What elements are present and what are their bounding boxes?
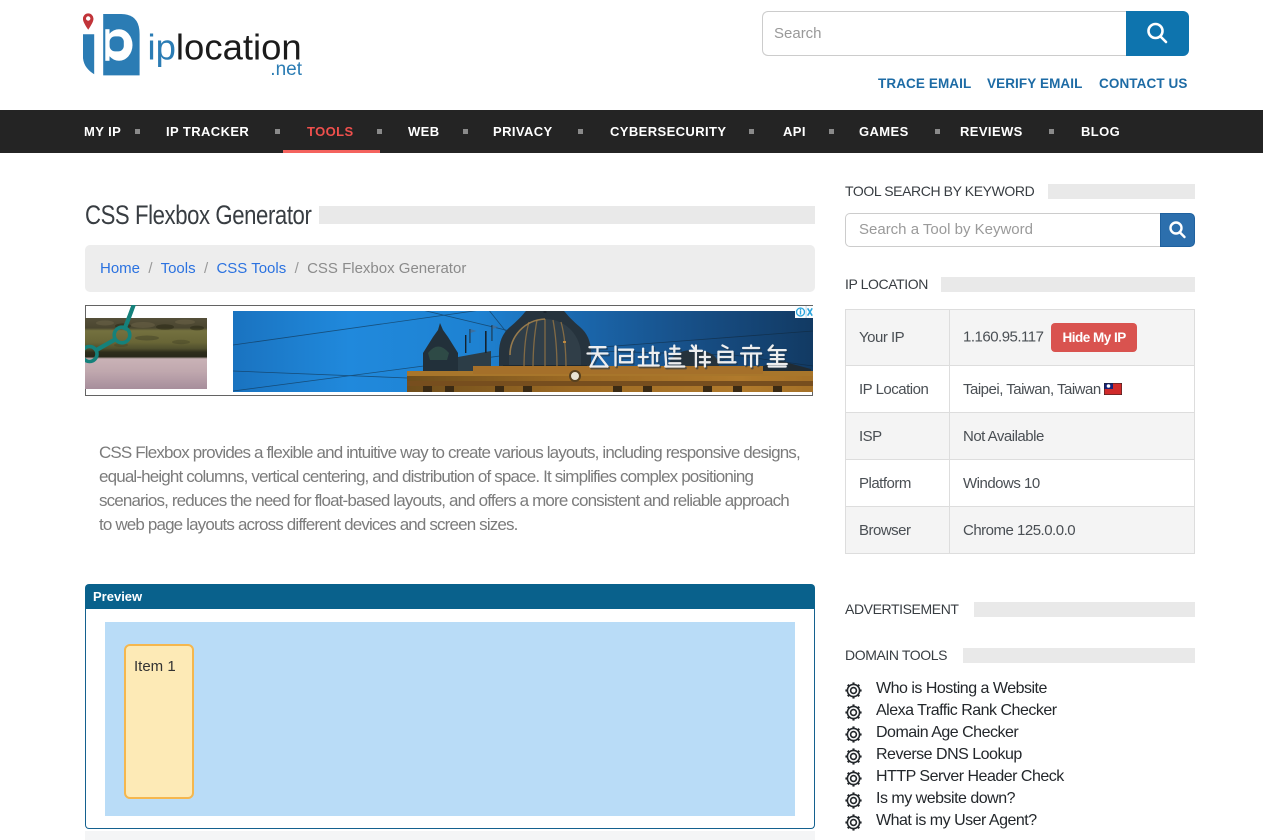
svg-text:.net: .net xyxy=(270,59,302,79)
